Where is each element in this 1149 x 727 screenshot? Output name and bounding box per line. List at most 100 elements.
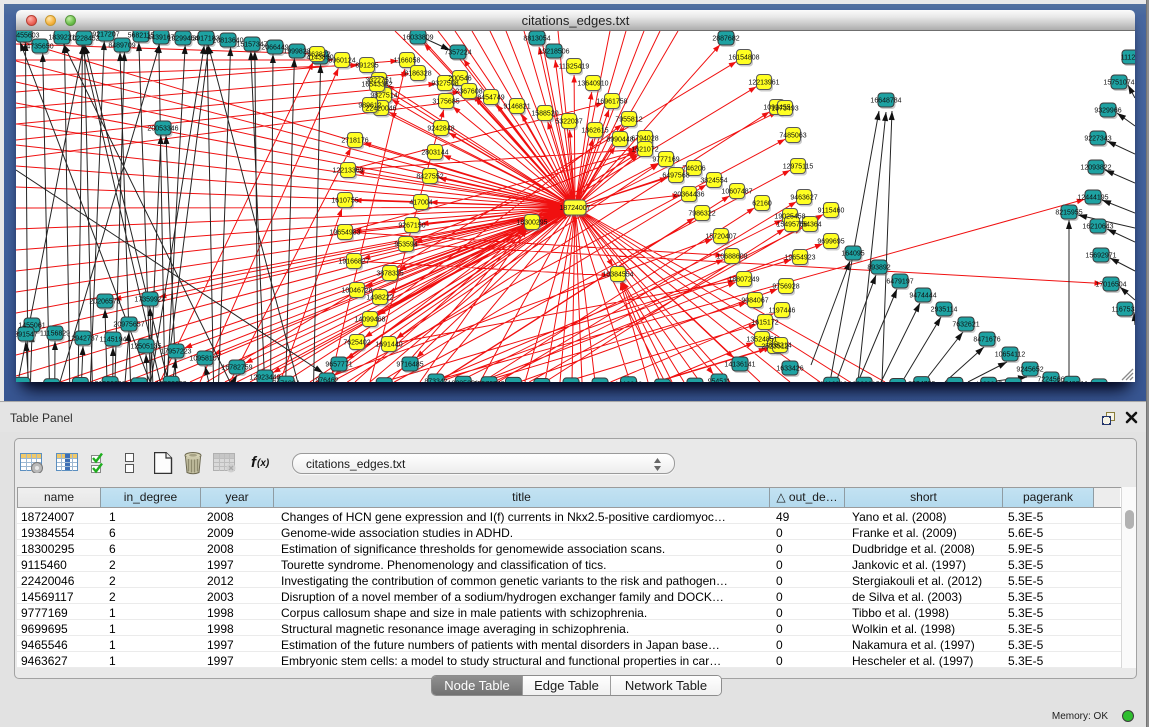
svg-text:11124: 11124 — [1121, 55, 1135, 62]
svg-text:1218062: 1218062 — [615, 381, 642, 382]
svg-text:10607487: 10607487 — [721, 189, 752, 196]
svg-text:19218506: 19218506 — [538, 49, 569, 56]
svg-text:10688609: 10688609 — [716, 254, 747, 261]
svg-text:9756928: 9756928 — [772, 284, 799, 291]
svg-text:19832259: 19832259 — [156, 381, 187, 382]
svg-text:8990448: 8990448 — [606, 137, 633, 144]
svg-text:14099468: 14099468 — [354, 317, 385, 324]
svg-text:10046728: 10046728 — [341, 288, 372, 295]
svg-text:9699695: 9699695 — [817, 239, 844, 246]
svg-text:7625402: 7625402 — [343, 340, 370, 347]
svg-text:1610755: 1610755 — [331, 198, 358, 205]
svg-text:9474444: 9474444 — [909, 293, 936, 300]
svg-text:9716485: 9716485 — [396, 362, 423, 369]
svg-text:5322037: 5322037 — [555, 119, 582, 126]
svg-text:391547: 391547 — [16, 332, 38, 339]
svg-text:9329966: 9329966 — [1094, 108, 1121, 115]
svg-text:22455603: 22455603 — [16, 33, 40, 40]
svg-text:8960124: 8960124 — [328, 58, 355, 65]
svg-text:16648784: 16648784 — [870, 98, 901, 105]
svg-text:12942737: 12942737 — [67, 336, 98, 343]
svg-text:1455061: 1455061 — [18, 323, 45, 330]
svg-text:9777169: 9777169 — [652, 157, 679, 164]
svg-text:954511: 954511 — [708, 379, 731, 383]
svg-text:8186328: 8186328 — [404, 71, 431, 78]
svg-text:8224730: 8224730 — [908, 381, 935, 382]
svg-text:8813054: 8813054 — [523, 36, 550, 43]
svg-text:1145194: 1145194 — [100, 337, 127, 344]
svg-text:976462: 976462 — [315, 378, 338, 383]
svg-text:9146821: 9146821 — [503, 104, 530, 111]
svg-text:7357224: 7357224 — [444, 50, 471, 57]
svg-text:4735650: 4735650 — [26, 44, 53, 51]
svg-text:10958107: 10958107 — [189, 356, 220, 363]
svg-text:989612: 989612 — [358, 103, 381, 110]
svg-text:835214: 835214 — [768, 343, 791, 350]
svg-text:746206: 746206 — [682, 166, 705, 173]
svg-text:16782759: 16782759 — [221, 365, 252, 372]
svg-text:891295: 891295 — [355, 63, 378, 70]
svg-text:12975115: 12975115 — [783, 164, 814, 171]
svg-text:7671884: 7671884 — [272, 381, 299, 382]
svg-text:15720407: 15720407 — [705, 234, 736, 241]
svg-text:21200396: 21200396 — [95, 381, 126, 382]
svg-text:12444195: 12444195 — [1077, 195, 1108, 202]
svg-text:20206576: 20206576 — [89, 299, 120, 306]
svg-text:873342: 873342 — [424, 379, 447, 383]
svg-text:3824554: 3824554 — [700, 178, 727, 185]
svg-text:893892: 893892 — [867, 265, 890, 272]
svg-text:16543362: 16543362 — [361, 82, 392, 89]
svg-text:9084067: 9084067 — [741, 298, 768, 305]
svg-text:8471676: 8471676 — [973, 337, 1000, 344]
svg-text:16033809: 16033809 — [402, 35, 433, 42]
svg-text:18807249: 18807249 — [728, 277, 759, 284]
svg-text:17016504: 17016504 — [1095, 282, 1126, 289]
svg-text:953594: 953594 — [394, 242, 417, 249]
svg-text:15751074: 15751074 — [1103, 80, 1134, 87]
svg-text:1621072: 1621072 — [631, 147, 658, 154]
svg-text:6794028: 6794028 — [631, 136, 658, 143]
svg-text:20364436: 20364436 — [673, 192, 704, 199]
svg-text:2887682: 2887682 — [712, 36, 739, 43]
svg-text:2935114: 2935114 — [931, 307, 958, 314]
svg-text:9463627: 9463627 — [790, 195, 817, 202]
svg-text:2803144: 2803144 — [421, 150, 448, 157]
svg-text:3175685: 3175685 — [432, 99, 459, 106]
svg-text:19654983: 19654983 — [329, 230, 360, 237]
svg-text:7955812: 7955812 — [615, 117, 642, 124]
svg-text:9827514: 9827514 — [370, 93, 397, 100]
svg-text:1362615: 1362615 — [581, 128, 608, 135]
svg-text:9217207: 9217207 — [92, 32, 119, 39]
svg-text:12505135: 12505135 — [130, 344, 161, 351]
svg-text:19654923: 19654923 — [784, 255, 815, 262]
svg-text:17957223: 17957223 — [160, 349, 191, 356]
svg-text:1633426: 1633426 — [776, 366, 803, 373]
svg-text:9267150: 9267150 — [398, 223, 425, 230]
svg-text:10654112: 10654112 — [995, 352, 1026, 359]
svg-text:15692971: 15692971 — [1085, 253, 1116, 260]
svg-text:8489709: 8489709 — [108, 43, 135, 50]
svg-text:19384554: 19384554 — [602, 272, 633, 279]
svg-text:1973493: 1973493 — [771, 106, 798, 113]
svg-text:8454749: 8454749 — [477, 95, 504, 102]
svg-text:11325419: 11325419 — [559, 64, 590, 71]
svg-text:1166058: 1166058 — [394, 58, 421, 65]
svg-text:1615172: 1615172 — [751, 320, 778, 327]
svg-text:16961758: 16961758 — [596, 99, 627, 106]
svg-text:1167533: 1167533 — [1112, 307, 1135, 314]
svg-text:3878335: 3878335 — [376, 271, 403, 278]
svg-text:164095: 164095 — [841, 251, 864, 258]
svg-text:17359924: 17359924 — [134, 297, 165, 304]
svg-text:7986322: 7986322 — [688, 211, 715, 218]
svg-text:13640910: 13640910 — [577, 81, 608, 88]
svg-text:13748244: 13748244 — [1056, 381, 1087, 382]
svg-text:6479197: 6479197 — [886, 279, 913, 286]
svg-text:7485063: 7485063 — [779, 133, 806, 140]
svg-text:18724007: 18724007 — [559, 205, 590, 212]
svg-text:9115460: 9115460 — [818, 208, 845, 215]
svg-text:14136141: 14136141 — [724, 362, 755, 369]
svg-text:9245652: 9245652 — [1016, 367, 1043, 374]
svg-text:19166827: 19166827 — [338, 259, 369, 266]
svg-text:62160: 62160 — [752, 201, 772, 208]
svg-text:20053346: 20053346 — [147, 126, 178, 133]
